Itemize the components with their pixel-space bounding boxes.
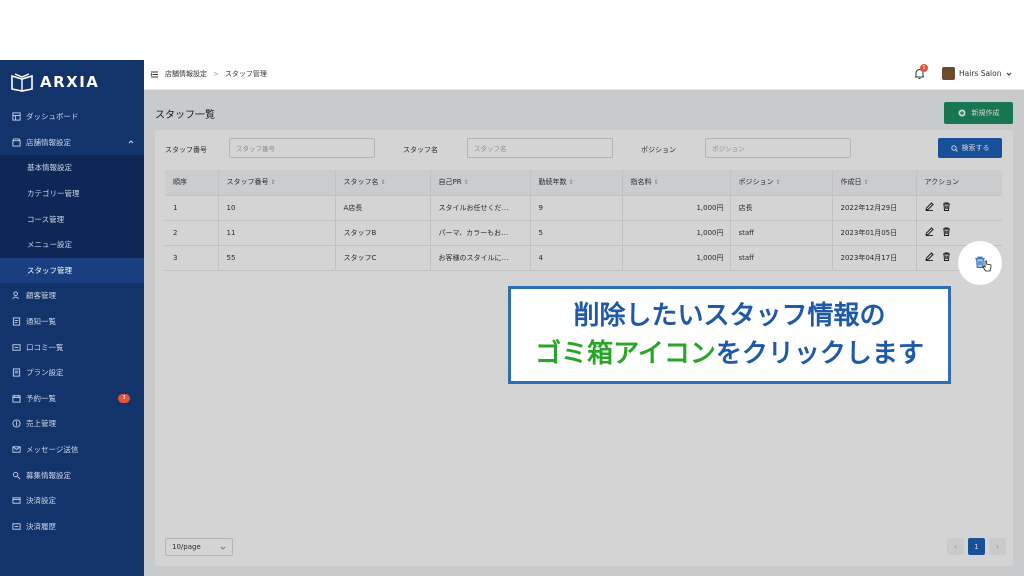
chevron-down-icon <box>1007 72 1012 76</box>
sidebar-item-label: プラン設定 <box>26 368 64 378</box>
sidebar-item-label: ダッシュボード <box>26 112 79 122</box>
sidebar-item-label: 口コミ一覧 <box>26 342 64 352</box>
reservation-count-badge: 3 <box>118 393 130 403</box>
sidebar-item-sales[interactable]: 売上管理 <box>0 411 144 437</box>
message-icon <box>11 445 21 455</box>
store-icon <box>11 137 21 147</box>
sidebar-item-label: 決済設定 <box>26 496 56 506</box>
dashboard-icon <box>11 112 21 122</box>
sidebar-item-category[interactable]: カテゴリー管理 <box>0 181 144 207</box>
review-icon <box>11 342 21 352</box>
brand-logo[interactable]: ARXIA <box>0 60 144 104</box>
sidebar-item-label: 決済履歴 <box>26 521 56 531</box>
sidebar-item-staff[interactable]: スタッフ管理 <box>0 257 144 284</box>
sidebar-item-label: カテゴリー管理 <box>27 189 80 199</box>
callout-highlight: ゴミ箱アイコン <box>535 339 716 369</box>
sidebar-item-course[interactable]: コース管理 <box>0 206 144 232</box>
sidebar-item-label: スタッフ管理 <box>27 265 72 275</box>
breadcrumb-staff: スタッフ管理 <box>224 70 267 78</box>
users-icon <box>11 291 21 301</box>
sidebar-item-label: 予約一覧 <box>26 393 56 403</box>
store-settings-submenu: 基本情報設定 カテゴリー管理 コース管理 メニュー設定 スタッフ管理 <box>0 155 144 284</box>
breadcrumb-separator: > <box>213 70 219 78</box>
sidebar-item-label: メニュー設定 <box>27 240 72 250</box>
user-name: Hairs Salon <box>959 69 1002 78</box>
sidebar-item-label: 売上管理 <box>26 419 56 429</box>
payment-icon <box>11 496 21 506</box>
menu-fold-icon[interactable] <box>150 70 159 79</box>
sidebar-item-recruit[interactable]: 募集情報設定 <box>0 462 144 488</box>
sidebar-item-notices[interactable]: 通知一覧 <box>0 309 144 335</box>
hand-pointer-icon <box>982 260 992 272</box>
sidebar: ARXIA ダッシュボード 店舗情報設定 基本情報設定 カテゴリー管理 コース管… <box>0 60 144 576</box>
sidebar-item-label: コース管理 <box>27 214 65 224</box>
recruit-icon <box>11 470 21 480</box>
breadcrumb-store-settings[interactable]: 店舗情報設定 <box>165 69 207 79</box>
highlighted-trash-button[interactable] <box>958 241 1002 285</box>
sidebar-item-basic-info[interactable]: 基本情報設定 <box>0 155 144 181</box>
sidebar-item-menu[interactable]: メニュー設定 <box>0 232 144 258</box>
sidebar-item-customers[interactable]: 顧客管理 <box>0 283 144 309</box>
sidebar-item-reservations[interactable]: 予約一覧 3 <box>0 386 144 412</box>
sales-icon <box>11 419 21 429</box>
sidebar-item-label: 通知一覧 <box>26 317 56 327</box>
history-icon <box>11 521 21 531</box>
sidebar-item-messages[interactable]: メッセージ送信 <box>0 437 144 463</box>
sidebar-item-label: メッセージ送信 <box>26 445 79 455</box>
breadcrumb: 店舗情報設定 > スタッフ管理 <box>150 69 267 79</box>
sidebar-item-plans[interactable]: プラン設定 <box>0 360 144 386</box>
sidebar-item-dashboard[interactable]: ダッシュボード <box>0 104 144 130</box>
notice-icon <box>11 317 21 327</box>
callout-line-2-rest: をクリックします <box>715 339 924 369</box>
user-menu[interactable]: Hairs Salon <box>942 67 1012 80</box>
sidebar-item-payment-history[interactable]: 決済履歴 <box>0 514 144 540</box>
instruction-callout: 削除したいスタッフ情報の ゴミ箱アイコンをクリックします <box>508 286 951 384</box>
plan-icon <box>11 368 21 378</box>
top-header: 店舗情報設定 > スタッフ管理 1 Hairs Salon <box>144 60 1024 90</box>
sidebar-item-payment-settings[interactable]: 決済設定 <box>0 488 144 514</box>
brand-name: ARXIA <box>40 73 100 91</box>
sidebar-item-store-settings[interactable]: 店舗情報設定 <box>0 130 144 156</box>
callout-line-2: ゴミ箱アイコンをクリックします <box>535 335 924 373</box>
callout-line-1: 削除したいスタッフ情報の <box>573 301 886 331</box>
calendar-icon <box>11 393 21 403</box>
avatar <box>942 67 955 80</box>
sidebar-item-label: 店舗情報設定 <box>26 137 71 147</box>
sidebar-item-label: 募集情報設定 <box>26 470 71 480</box>
notification-badge: 1 <box>920 64 928 72</box>
sidebar-item-reviews[interactable]: 口コミ一覧 <box>0 334 144 360</box>
sidebar-item-label: 基本情報設定 <box>27 163 72 173</box>
sidebar-item-label: 顧客管理 <box>26 291 56 301</box>
chevron-up-icon <box>128 139 134 143</box>
book-logo-icon <box>11 73 33 92</box>
